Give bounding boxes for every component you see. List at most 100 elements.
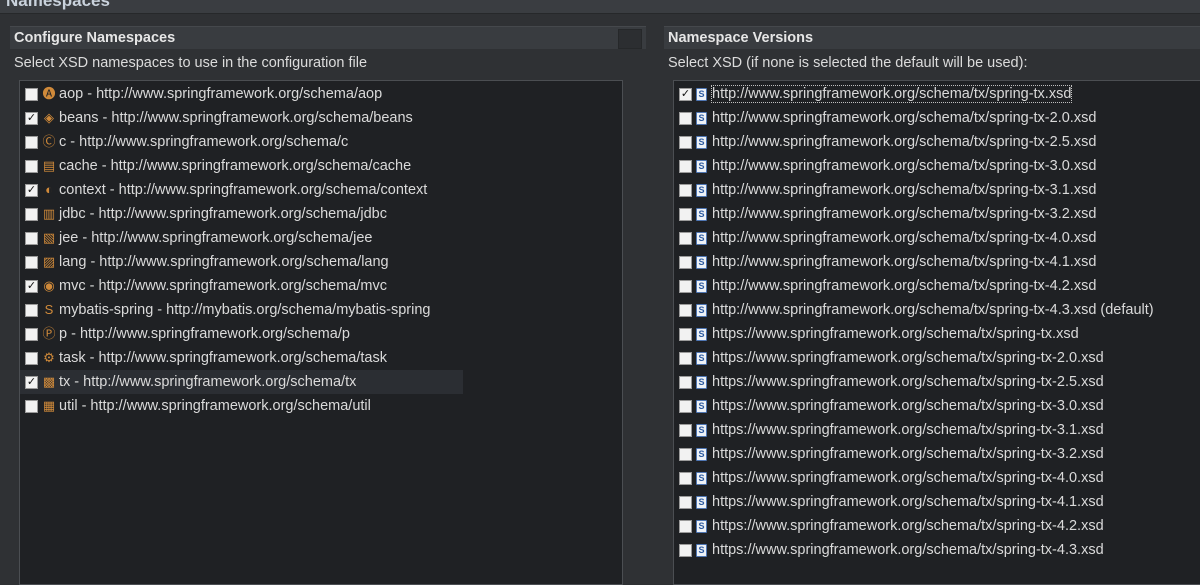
xsd-file-icon: S [696,231,707,245]
xsd-version-label: https://www.springframework.org/schema/t… [712,494,1104,510]
section-toolbar-button[interactable] [618,29,642,49]
xsd-version-item[interactable]: Shttp://www.springframework.org/schema/t… [674,202,1200,226]
namespace-checkbox[interactable] [25,399,38,413]
namespace-item[interactable]: ✓ ▩ tx - http://www.springframework.org/sc… [20,370,463,394]
namespace-list[interactable]: 🅐aop - http://www.springframework.org/sc… [19,80,623,585]
namespace-checkbox[interactable] [25,135,38,149]
namespace-label: mybatis-spring - http://mybatis.org/sche… [59,302,431,318]
xsd-version-checkbox[interactable] [679,471,692,485]
namespace-item[interactable]: ▤ cache - http://www.springframework.org/… [20,154,622,178]
xsd-version-checkbox[interactable] [679,159,692,173]
namespace-item[interactable]: ▧ jee - http://www.springframework.org/sc… [20,226,622,250]
xsd-version-checkbox[interactable] [679,519,692,533]
xsd-file-icon: S [696,543,707,557]
c-namespace-icon: Ⓒ [42,134,56,149]
xsd-version-item[interactable]: Shttp://www.springframework.org/schema/t… [674,154,1200,178]
namespace-label: lang - http://www.springframework.org/sc… [59,254,389,270]
xsd-version-item[interactable]: Shttps://www.springframework.org/schema/… [674,490,1200,514]
xsd-version-label: http://www.springframework.org/schema/tx… [712,254,1097,270]
xsd-version-item[interactable]: Shttp://www.springframework.org/schema/t… [674,274,1200,298]
xsd-version-checkbox[interactable] [679,183,692,197]
namespace-item[interactable]: ✓ ◐ context - http://www.springframework.o… [20,178,622,202]
xsd-version-checkbox[interactable] [679,231,692,245]
xsd-version-checkbox[interactable] [679,255,692,269]
xsd-version-item[interactable]: Shttp://www.springframework.org/schema/t… [674,106,1200,130]
xsd-version-label: https://www.springframework.org/schema/t… [712,542,1104,558]
namespace-checkbox[interactable] [25,303,38,317]
namespace-item[interactable]: Ⓟp - http://www.springframework.org/sche… [20,322,622,346]
xsd-file-icon: S [696,471,707,485]
xsd-version-checkbox[interactable] [679,375,692,389]
xsd-file-icon: S [696,495,707,509]
namespace-item[interactable]: ▦ util - http://www.springframework.org/s… [20,394,622,418]
xsd-version-label: http://www.springframework.org/schema/tx… [712,206,1097,222]
xsd-version-checkbox[interactable] [679,207,692,221]
namespace-item[interactable]: ▨ lang - http://www.springframework.org/s… [20,250,622,274]
xsd-version-item[interactable]: Shttps://www.springframework.org/schema/… [674,394,1200,418]
namespace-checkbox[interactable]: ✓ [25,375,38,389]
xsd-version-checkbox[interactable] [679,423,692,437]
configure-namespaces-header: Configure Namespaces [10,26,646,49]
context-namespace-icon: ◐ [45,182,53,197]
configure-namespaces-description: Select XSD namespaces to use in the conf… [14,55,368,71]
xsd-version-checkbox[interactable] [679,303,692,317]
namespace-item[interactable]: ▥ jdbc - http://www.springframework.org/s… [20,202,622,226]
namespace-item[interactable]: ✓ ◈ beans - http://www.springframework.org… [20,106,622,130]
xsd-version-item[interactable]: Shttps://www.springframework.org/schema/… [674,514,1200,538]
namespace-label: p - http://www.springframework.org/schem… [59,326,350,342]
xsd-version-item[interactable]: Shttp://www.springframework.org/schema/t… [674,250,1200,274]
window-title: Namespaces [6,0,110,10]
xsd-version-item[interactable]: Shttp://www.springframework.org/schema/t… [674,130,1200,154]
namespace-checkbox[interactable] [25,351,38,365]
xsd-version-item[interactable]: Shttp://www.springframework.org/schema/t… [674,226,1200,250]
namespace-checkbox[interactable]: ✓ [25,111,38,125]
xsd-version-item[interactable]: ✓ Shttp://www.springframework.org/schema/… [674,82,1200,106]
xsd-version-checkbox[interactable] [679,543,692,557]
namespace-checkbox[interactable] [25,159,38,173]
xsd-version-item[interactable]: Shttps://www.springframework.org/schema/… [674,466,1200,490]
xsd-version-checkbox[interactable] [679,399,692,413]
xsd-version-item[interactable]: Shttps://www.springframework.org/schema/… [674,442,1200,466]
p-namespace-icon: Ⓟ [42,326,56,341]
xsd-version-checkbox[interactable] [679,111,692,125]
namespace-checkbox[interactable]: ✓ [25,183,38,197]
beans-namespace-icon: ◈ [44,110,54,125]
xsd-version-item[interactable]: Shttp://www.springframework.org/schema/t… [674,298,1200,322]
xsd-version-item[interactable]: Shttp://www.springframework.org/schema/t… [674,178,1200,202]
namespace-checkbox[interactable] [25,231,38,245]
namespace-label: jee - http://www.springframework.org/sch… [59,230,373,246]
tx-namespace-icon: ▩ [42,374,56,389]
xsd-version-item[interactable]: Shttps://www.springframework.org/schema/… [674,538,1200,562]
namespace-checkbox[interactable]: ✓ [25,279,38,293]
namespace-label: task - http://www.springframework.org/sc… [59,350,387,366]
xsd-version-checkbox[interactable] [679,495,692,509]
xsd-version-item[interactable]: Shttps://www.springframework.org/schema/… [674,346,1200,370]
namespace-item[interactable]: Smybatis-spring - http://mybatis.org/sch… [20,298,622,322]
namespace-label: beans - http://www.springframework.org/s… [59,110,413,126]
util-namespace-icon: ▦ [42,398,56,413]
xsd-file-icon: S [696,183,707,197]
xsd-version-list[interactable]: ✓ Shttp://www.springframework.org/schema/… [673,80,1200,585]
xsd-version-checkbox[interactable]: ✓ [679,87,692,101]
namespace-checkbox[interactable] [25,207,38,221]
namespace-checkbox[interactable] [25,87,38,101]
xsd-version-label: http://www.springframework.org/schema/tx… [712,230,1097,246]
xsd-version-item[interactable]: Shttps://www.springframework.org/schema/… [674,322,1200,346]
namespace-checkbox[interactable] [25,255,38,269]
namespace-item[interactable]: ⚙ task - http://www.springframework.org/s… [20,346,622,370]
xsd-file-icon: S [696,327,707,341]
xsd-version-label: http://www.springframework.org/schema/tx… [712,182,1097,198]
xsd-version-label: https://www.springframework.org/schema/t… [712,374,1104,390]
xsd-version-checkbox[interactable] [679,135,692,149]
xsd-file-icon: S [696,255,707,269]
namespace-checkbox[interactable] [25,327,38,341]
xsd-version-checkbox[interactable] [679,327,692,341]
namespace-item[interactable]: Ⓒc - http://www.springframework.org/sche… [20,130,622,154]
namespace-item[interactable]: 🅐aop - http://www.springframework.org/sc… [20,82,622,106]
namespace-item[interactable]: ✓ ◉ mvc - http://www.springframework.org/s… [20,274,622,298]
xsd-version-checkbox[interactable] [679,279,692,293]
xsd-version-item[interactable]: Shttps://www.springframework.org/schema/… [674,370,1200,394]
xsd-version-checkbox[interactable] [679,447,692,461]
xsd-version-checkbox[interactable] [679,351,692,365]
xsd-version-item[interactable]: Shttps://www.springframework.org/schema/… [674,418,1200,442]
